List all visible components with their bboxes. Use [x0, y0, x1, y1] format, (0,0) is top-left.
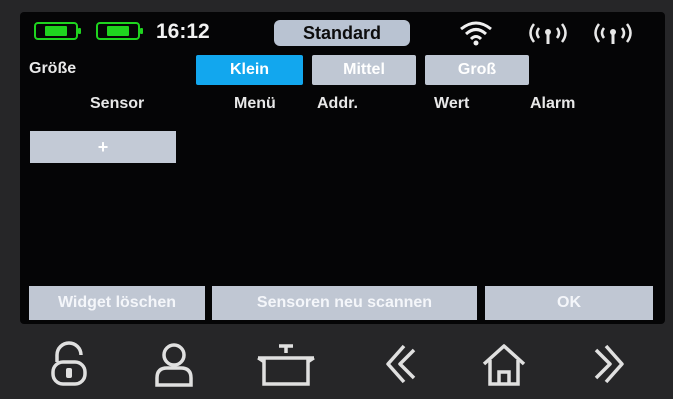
add-sensor-button[interactable]: + [30, 131, 176, 163]
delete-widget-button[interactable]: Widget löschen [29, 286, 205, 320]
radio-signal-icon [590, 20, 636, 51]
battery-icon [34, 22, 81, 40]
size-selector-row: Größe Klein Mittel Groß [20, 55, 665, 85]
user-icon[interactable] [150, 340, 198, 388]
device-screen: 16:12 Standard Größe Klein Mittel Groß S… [20, 12, 665, 324]
pot-icon[interactable] [254, 340, 318, 388]
ok-button[interactable]: OK [485, 286, 653, 320]
forward-icon[interactable] [584, 340, 632, 388]
battery-icon [96, 22, 143, 40]
unlock-icon[interactable] [45, 340, 93, 388]
column-header-addr: Addr. [317, 95, 358, 112]
size-option-klein[interactable]: Klein [196, 55, 303, 85]
size-label: Größe [29, 60, 77, 77]
column-header-alarm: Alarm [530, 95, 576, 112]
status-bar: 16:12 Standard [20, 12, 665, 52]
size-option-mittel[interactable]: Mittel [312, 55, 416, 85]
sensor-table-header: Sensor Menü Addr. Wert Alarm [20, 95, 665, 119]
back-icon[interactable] [378, 340, 426, 388]
profile-selector[interactable]: Standard [274, 20, 410, 46]
rescan-sensors-button[interactable]: Sensoren neu scannen [212, 286, 477, 320]
clock-time: 16:12 [156, 20, 210, 43]
column-header-wert: Wert [434, 95, 470, 112]
wifi-icon [458, 20, 494, 51]
column-header-menu: Menü [234, 95, 276, 112]
size-option-gross[interactable]: Groß [425, 55, 529, 85]
radio-signal-icon [525, 20, 571, 51]
bottom-navigation [0, 330, 673, 399]
column-header-sensor: Sensor [90, 95, 145, 112]
home-icon[interactable] [480, 340, 528, 388]
